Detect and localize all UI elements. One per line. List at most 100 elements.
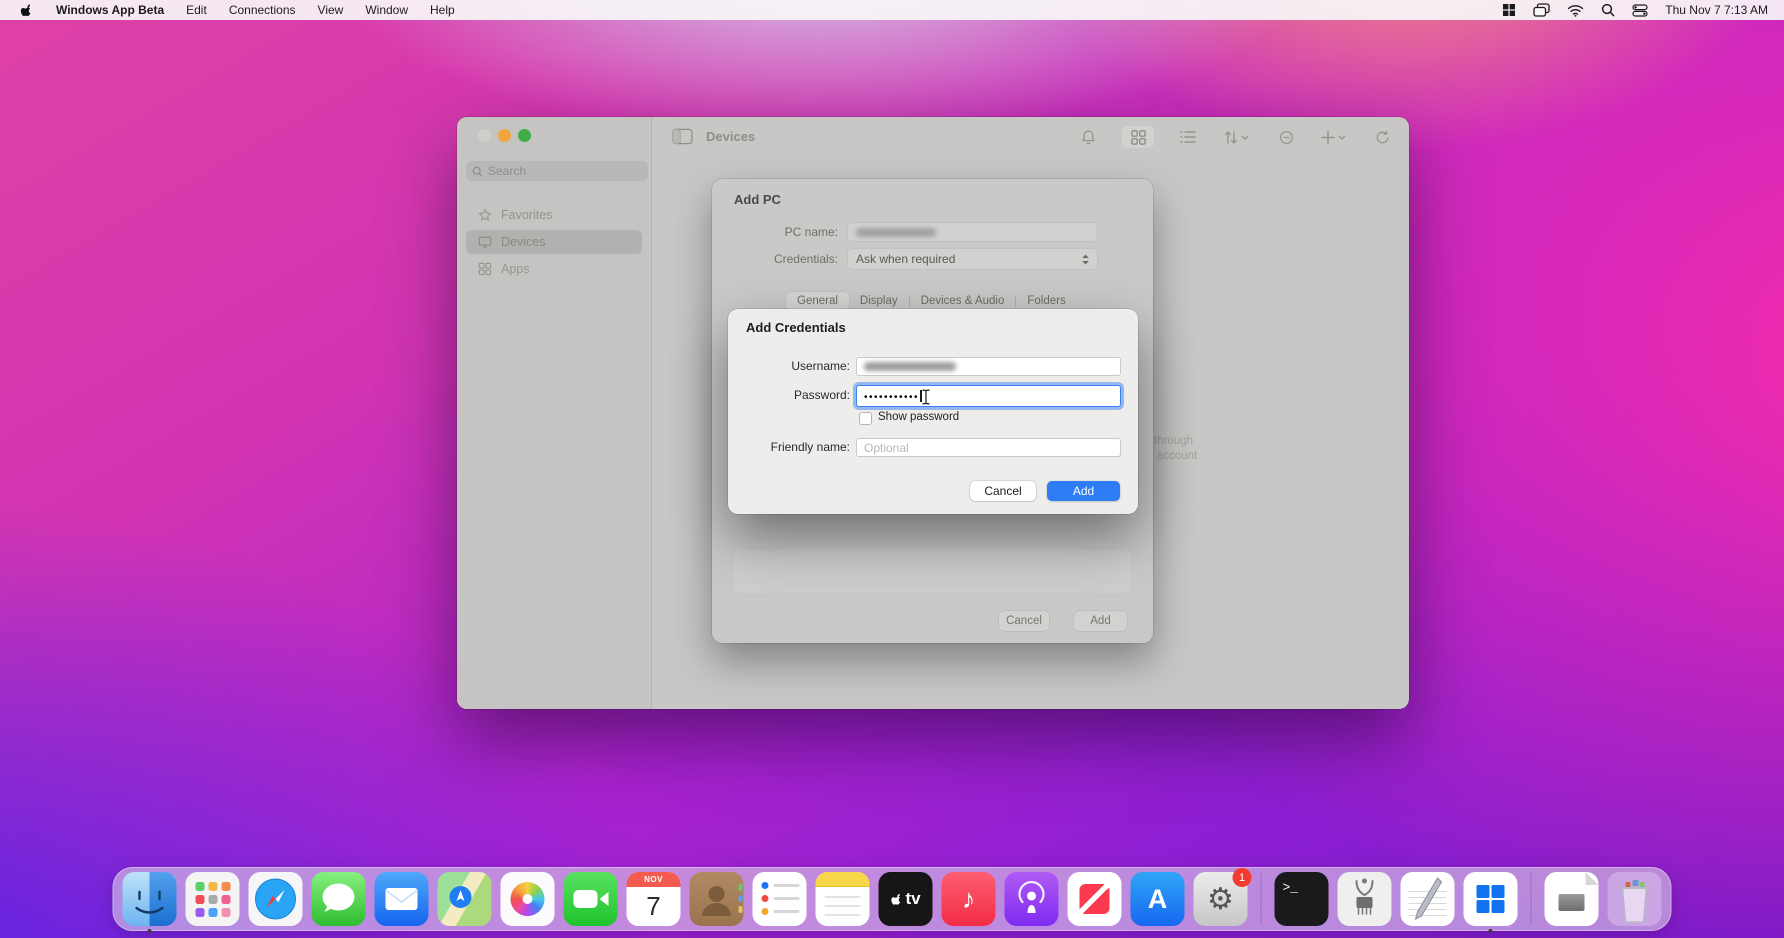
icon-view-button[interactable] [1122, 126, 1154, 148]
dock-messages-icon[interactable] [312, 872, 366, 926]
menu-view[interactable]: View [318, 3, 344, 17]
window-toolbar [1077, 126, 1393, 148]
star-icon [478, 208, 492, 222]
dock-notes-icon[interactable] [816, 872, 870, 926]
active-app-name[interactable]: Windows App Beta [56, 3, 164, 17]
credentials-selected-value: Ask when required [848, 252, 1081, 266]
sheet-cancel-button[interactable]: Cancel [999, 611, 1049, 631]
password-masked-value: ••••••••••• [857, 390, 922, 403]
username-field[interactable] [856, 357, 1121, 376]
tab-folders[interactable]: Folders [1016, 292, 1076, 310]
menubar-clock[interactable]: Thu Nov 7 7:13 AM [1665, 3, 1768, 17]
empty-state-text-fragment: through account [1154, 434, 1244, 464]
dock-facetime-icon[interactable] [564, 872, 618, 926]
sidebar-item-favorites[interactable]: Favorites [466, 203, 642, 227]
dock-photos-icon[interactable] [501, 872, 555, 926]
friendly-name-label: Friendly name: [732, 440, 850, 454]
credentials-dropdown[interactable]: Ask when required [848, 249, 1097, 269]
dock-divider [1531, 873, 1532, 925]
close-button[interactable] [478, 129, 491, 142]
password-field[interactable]: ••••••••••• [856, 385, 1121, 407]
tab-general[interactable]: General [786, 292, 849, 310]
dock-textedit-icon[interactable] [1401, 872, 1455, 926]
pc-name-field[interactable] [848, 223, 1097, 241]
sidebar-item-label: Favorites [501, 208, 552, 222]
dock-contacts-icon[interactable] [690, 872, 744, 926]
traffic-lights [478, 129, 531, 142]
tab-devices-audio[interactable]: Devices & Audio [910, 292, 1016, 310]
add-pc-button[interactable] [1320, 126, 1348, 148]
dock-app-store-icon[interactable]: A [1131, 872, 1185, 926]
sheet-add-button[interactable]: Add [1074, 611, 1127, 631]
tab-display[interactable]: Display [849, 292, 909, 310]
running-indicator [1489, 929, 1493, 933]
menu-window[interactable]: Window [365, 3, 408, 17]
menu-edit[interactable]: Edit [186, 3, 207, 17]
windows-app-menubar-icon[interactable] [1502, 3, 1516, 17]
dock-news-icon[interactable] [1068, 872, 1122, 926]
zoom-button[interactable] [518, 129, 531, 142]
dock-music-icon[interactable]: ♪ [942, 872, 996, 926]
gear-icon: ⚙ [1207, 882, 1234, 917]
dock-maps-icon[interactable] [438, 872, 492, 926]
dock-divider [1261, 873, 1262, 925]
spotlight-search-icon[interactable] [1601, 3, 1615, 17]
dock-calendar-icon[interactable]: NOV 7 [627, 872, 681, 926]
apple-logo [890, 892, 903, 907]
screen-mirroring-icon[interactable] [1533, 3, 1550, 17]
finder-face [123, 872, 177, 926]
dock-apple-tv-icon[interactable]: tv [879, 872, 933, 926]
dock-mail-icon[interactable] [375, 872, 429, 926]
dialog-add-button[interactable]: Add [1047, 481, 1120, 501]
menu-bar: Windows App Beta Edit Connections View W… [0, 0, 1784, 20]
pen-glyph [1401, 872, 1455, 926]
dock-launchpad-icon[interactable] [186, 872, 240, 926]
menu-help[interactable]: Help [430, 3, 455, 17]
sidebar: Search Favorites Devices Apps [457, 117, 652, 709]
terminal-prompt: >_ [1283, 880, 1299, 895]
minimize-button[interactable] [498, 129, 511, 142]
calendar-month: NOV [627, 872, 681, 887]
app-grid-icon [478, 262, 492, 276]
friendly-name-field[interactable]: Optional [856, 438, 1121, 457]
app-store-letter: A [1148, 884, 1168, 915]
pc-name-label: PC name: [724, 225, 838, 239]
show-password-checkbox[interactable] [859, 412, 872, 425]
control-center-icon[interactable] [1632, 4, 1648, 17]
dock-circuit-tool-icon[interactable] [1338, 872, 1392, 926]
desktop: Windows App Beta Edit Connections View W… [0, 0, 1784, 938]
sidebar-toggle-icon[interactable] [672, 128, 693, 145]
menu-connections[interactable]: Connections [229, 3, 296, 17]
search-icon [472, 166, 483, 177]
list-view-button[interactable] [1177, 126, 1199, 148]
sidebar-item-apps[interactable]: Apps [466, 257, 642, 281]
sheet-groupbox [734, 550, 1131, 593]
dock-safari-icon[interactable] [249, 872, 303, 926]
sort-button[interactable] [1222, 126, 1252, 148]
dock-disk-image-document-icon[interactable] [1545, 872, 1599, 926]
dialog-title: Add Credentials [746, 320, 846, 335]
filter-icon[interactable] [1275, 126, 1297, 148]
dock-terminal-icon[interactable]: >_ [1275, 872, 1329, 926]
dialog-cancel-button[interactable]: Cancel [970, 481, 1036, 501]
password-label: Password: [732, 388, 850, 402]
search-input[interactable]: Search [466, 161, 648, 181]
apple-menu-icon[interactable] [20, 3, 34, 18]
show-password-label: Show password [878, 411, 959, 423]
sidebar-item-label: Devices [501, 235, 545, 249]
dock-system-settings-icon[interactable]: ⚙ 1 [1194, 872, 1248, 926]
dock-trash-icon[interactable] [1608, 872, 1662, 926]
sidebar-item-devices[interactable]: Devices [466, 230, 642, 254]
dock-finder-icon[interactable] [123, 872, 177, 926]
dock-podcasts-icon[interactable] [1005, 872, 1059, 926]
credentials-label: Credentials: [724, 252, 838, 266]
page-title: Devices [706, 129, 755, 144]
notification-badge: 1 [1233, 868, 1252, 887]
dock-windows-app-icon[interactable] [1464, 872, 1518, 926]
notifications-bell-icon[interactable] [1077, 126, 1099, 148]
wifi-icon[interactable] [1567, 4, 1584, 17]
dropdown-stepper-icon [1081, 253, 1090, 266]
display-icon [478, 235, 492, 249]
refresh-button[interactable] [1371, 126, 1393, 148]
dock-reminders-icon[interactable] [753, 872, 807, 926]
